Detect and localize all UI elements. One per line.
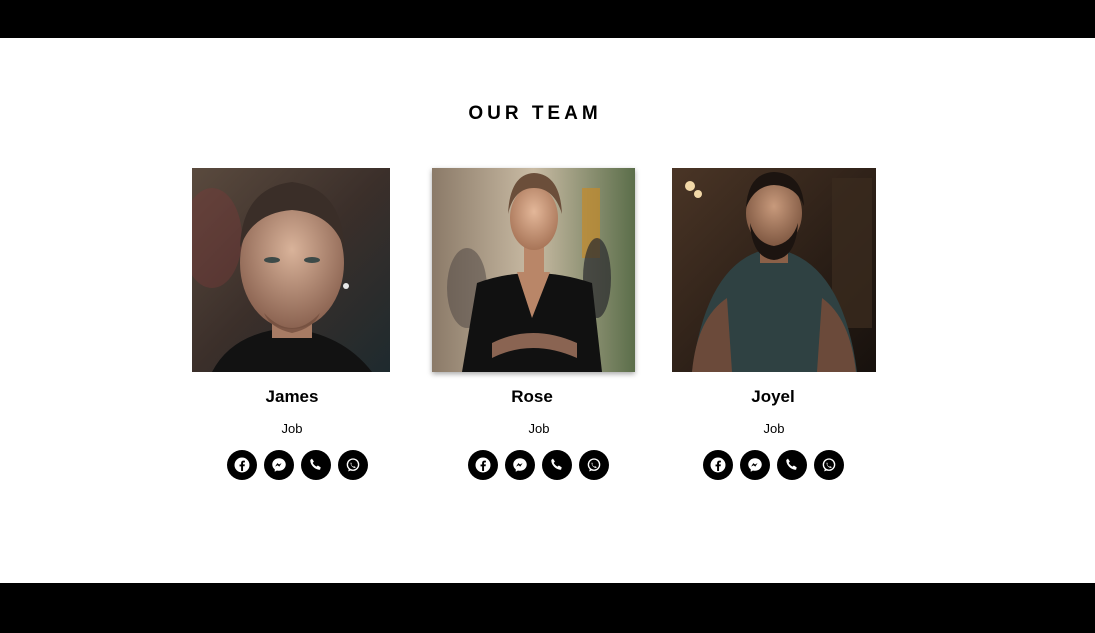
member-name: Joyel bbox=[751, 387, 795, 406]
whatsapp-button[interactable] bbox=[579, 450, 609, 480]
facebook-icon bbox=[710, 457, 726, 473]
top-bar bbox=[0, 0, 1095, 38]
messenger-icon bbox=[272, 458, 286, 472]
social-links bbox=[703, 450, 844, 480]
facebook-button[interactable] bbox=[703, 450, 733, 480]
whatsapp-button[interactable] bbox=[338, 450, 368, 480]
social-links bbox=[468, 450, 609, 480]
facebook-button[interactable] bbox=[227, 450, 257, 480]
whatsapp-icon bbox=[822, 458, 836, 472]
member-photo bbox=[192, 168, 390, 372]
messenger-button[interactable] bbox=[264, 450, 294, 480]
whatsapp-button[interactable] bbox=[814, 450, 844, 480]
member-job: Job bbox=[528, 421, 550, 436]
member-photo bbox=[432, 168, 635, 372]
messenger-button[interactable] bbox=[740, 450, 770, 480]
member-job: Job bbox=[763, 421, 785, 436]
phone-button[interactable] bbox=[777, 450, 807, 480]
member-photo bbox=[672, 168, 876, 372]
footer-bar bbox=[0, 583, 1095, 633]
member-job: Job bbox=[281, 421, 303, 436]
facebook-icon bbox=[234, 457, 250, 473]
member-name: Rose bbox=[511, 387, 553, 406]
messenger-button[interactable] bbox=[505, 450, 535, 480]
phone-button[interactable] bbox=[542, 450, 572, 480]
section-title: OUR TEAM bbox=[468, 103, 602, 124]
whatsapp-icon bbox=[346, 458, 360, 472]
phone-icon bbox=[786, 458, 797, 470]
phone-button[interactable] bbox=[301, 450, 331, 480]
facebook-icon bbox=[475, 457, 491, 473]
whatsapp-icon bbox=[587, 458, 601, 472]
member-name: James bbox=[265, 387, 319, 406]
social-links bbox=[227, 450, 368, 480]
facebook-button[interactable] bbox=[468, 450, 498, 480]
messenger-icon bbox=[513, 458, 527, 472]
phone-icon bbox=[310, 458, 321, 470]
messenger-icon bbox=[748, 458, 762, 472]
phone-icon bbox=[551, 458, 562, 470]
